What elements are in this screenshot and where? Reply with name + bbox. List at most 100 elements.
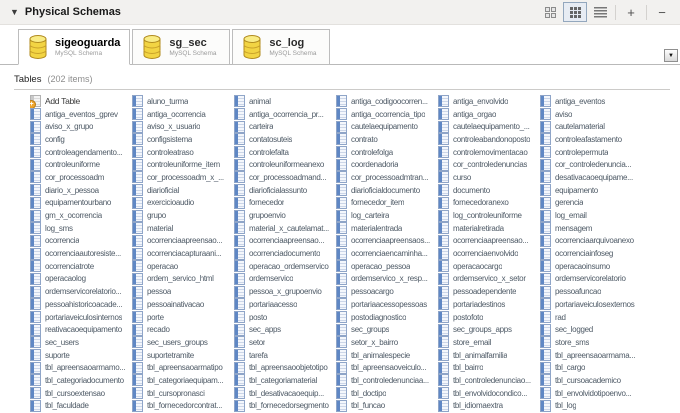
table-item[interactable]: store_email xyxy=(438,336,540,349)
table-item[interactable]: tbl_cursopronasci xyxy=(132,387,234,400)
table-item[interactable]: ocorrenciaapreensao... xyxy=(132,234,234,248)
details-view-button[interactable] xyxy=(588,2,612,22)
table-item[interactable]: mensagem xyxy=(540,222,642,235)
table-item[interactable]: tbl_bairro xyxy=(438,361,540,374)
table-item[interactable]: tbl_funcao xyxy=(336,399,438,413)
table-item[interactable]: ocorrenciaenvolvido xyxy=(438,247,540,260)
table-item[interactable]: operacao xyxy=(132,260,234,273)
table-item[interactable]: log_carteira xyxy=(336,209,438,222)
table-item[interactable]: diarioficial xyxy=(132,184,234,197)
table-item[interactable]: antiga_ocorrencia_tipo xyxy=(336,108,438,121)
tab-sg-sec[interactable]: sg_sec MySQL Schema xyxy=(132,29,231,65)
table-item[interactable]: pessoahistoricoacade... xyxy=(30,298,132,311)
table-item[interactable]: diarioficialassunto xyxy=(234,184,336,197)
table-item[interactable]: tbl_categoriamaterial xyxy=(234,374,336,387)
table-item[interactable]: tbl_categoriaequipam... xyxy=(132,374,234,387)
tab-sc-log[interactable]: sc_log MySQL Schema xyxy=(232,29,331,65)
collapse-section-icon[interactable]: ▼ xyxy=(10,7,19,17)
table-item[interactable]: portariaacessopessoas xyxy=(336,298,438,311)
table-item[interactable]: gm_x_ocorrencia xyxy=(30,209,132,222)
table-item[interactable]: tbl_cursoacademico xyxy=(540,374,642,387)
table-item[interactable]: sec_logged xyxy=(540,323,642,336)
large-icons-view-button[interactable] xyxy=(538,2,562,22)
table-item[interactable]: contrato xyxy=(336,133,438,146)
table-item[interactable]: log_sms xyxy=(30,222,132,235)
table-item[interactable]: tbl_cursoextensao xyxy=(30,387,132,400)
table-item[interactable]: ocorrenciaarquivoanexo xyxy=(540,234,642,248)
tab-overflow-dropdown-button[interactable]: ▼ xyxy=(664,49,678,62)
table-item[interactable]: operacaocargo xyxy=(438,260,540,273)
table-item[interactable]: ocorrencia xyxy=(30,234,132,248)
table-item[interactable]: fornecedor_item xyxy=(336,196,438,210)
table-item[interactable]: tbl_fornecedorsegmento xyxy=(234,399,336,413)
table-item[interactable]: ocorrenciaencaminha... xyxy=(336,247,438,260)
table-item[interactable]: diario_x_pessoa xyxy=(30,184,132,197)
table-item[interactable]: curso xyxy=(438,171,540,184)
table-item[interactable]: ordemservico xyxy=(234,272,336,286)
table-item[interactable]: animal xyxy=(234,95,336,108)
table-item[interactable]: postodiagnostico xyxy=(336,311,438,324)
table-item[interactable]: config xyxy=(30,133,132,146)
table-item[interactable]: exercicioaudio xyxy=(132,196,234,210)
table-item[interactable]: pessoafuncao xyxy=(540,285,642,298)
table-item[interactable]: tbl_controledenunciaa... xyxy=(336,374,438,387)
add-button[interactable]: + xyxy=(619,2,643,22)
table-item[interactable]: cor_processoadm_x_... xyxy=(132,171,234,184)
table-item[interactable]: ordemservicorelatorio... xyxy=(30,285,132,298)
table-item[interactable]: aviso_x_grupo xyxy=(30,120,132,133)
table-item[interactable]: recado xyxy=(132,323,234,336)
table-item[interactable]: ocorrenciaautoresiste... xyxy=(30,247,132,260)
small-icons-view-button[interactable] xyxy=(563,2,587,22)
table-item[interactable]: cor_processoadmtran... xyxy=(336,171,438,184)
table-item[interactable]: controlefolga xyxy=(336,146,438,159)
table-item[interactable]: pessoainativacao xyxy=(132,298,234,311)
table-item[interactable]: controleuniforme_item xyxy=(132,158,234,171)
table-item[interactable]: antiga_envolvido xyxy=(438,95,540,108)
table-item[interactable]: documento xyxy=(438,184,540,197)
table-item[interactable]: ocorrenciaapreensao... xyxy=(438,234,540,248)
table-item[interactable]: cor_processoadmand... xyxy=(234,171,336,184)
table-item[interactable]: controleabandonoposto xyxy=(438,133,540,146)
table-item[interactable]: tbl_animalespecie xyxy=(336,349,438,362)
table-item[interactable]: controlemovimentacao xyxy=(438,146,540,159)
table-item[interactable]: tbl_faculdade xyxy=(30,399,132,413)
table-item[interactable]: equipamentourbano xyxy=(30,196,132,210)
table-item[interactable]: tbl_cargo xyxy=(540,361,642,374)
table-item[interactable]: pessoa xyxy=(132,285,234,298)
table-item[interactable]: cautelaequipamento xyxy=(336,120,438,133)
table-item[interactable]: pessoa_x_grupoenvio xyxy=(234,285,336,298)
table-item[interactable]: pessoadependente xyxy=(438,285,540,298)
table-item[interactable]: pessoacargo xyxy=(336,285,438,298)
table-item[interactable]: antiga_ocorrencia_pr... xyxy=(234,108,336,121)
table-item[interactable]: controlepermuta xyxy=(540,146,642,159)
table-item[interactable]: ocorrenciaapreensaos... xyxy=(336,234,438,248)
table-item[interactable]: tbl_apreensaoarmamo... xyxy=(30,361,132,374)
table-item[interactable]: setor xyxy=(234,336,336,349)
table-item[interactable]: store_sms xyxy=(540,336,642,349)
table-item[interactable]: controleafastamento xyxy=(540,133,642,146)
table-item[interactable]: carteira xyxy=(234,120,336,133)
table-item[interactable]: tarefa xyxy=(234,349,336,362)
table-item[interactable]: coordenadoria xyxy=(336,158,438,171)
table-item[interactable]: ocorrenciadocumento xyxy=(234,247,336,260)
table-item[interactable]: controleuniforme xyxy=(30,158,132,171)
table-item[interactable]: configsistema xyxy=(132,133,234,146)
table-item[interactable]: desativacaoequipame... xyxy=(540,171,642,184)
table-item[interactable]: cautelaequipamento_... xyxy=(438,120,540,133)
table-item[interactable]: ordemservico_x_resp... xyxy=(336,272,438,286)
table-item[interactable]: materialretirada xyxy=(438,222,540,235)
table-item[interactable]: suporte xyxy=(30,349,132,362)
table-item[interactable]: log_email xyxy=(540,209,642,222)
table-item[interactable]: material_x_cautelamat... xyxy=(234,222,336,235)
table-item[interactable]: ocorrenciainfoseg xyxy=(540,247,642,260)
table-item[interactable]: tbl_idiomaextra xyxy=(438,399,540,413)
table-item[interactable]: fornecedoranexo xyxy=(438,196,540,210)
table-item[interactable]: ocorrenciatrote xyxy=(30,260,132,273)
table-item[interactable]: tbl_envolvidocondico... xyxy=(438,387,540,400)
table-item[interactable]: tbl_desativacaoequip... xyxy=(234,387,336,400)
table-item[interactable]: tbl_apreensaoarmatipo xyxy=(132,361,234,374)
table-item[interactable]: posto xyxy=(234,311,336,324)
table-item[interactable]: reativacaoequipamento xyxy=(30,323,132,336)
table-item[interactable]: antiga_eventos xyxy=(540,95,642,108)
table-item[interactable]: sec_users_groups xyxy=(132,336,234,349)
